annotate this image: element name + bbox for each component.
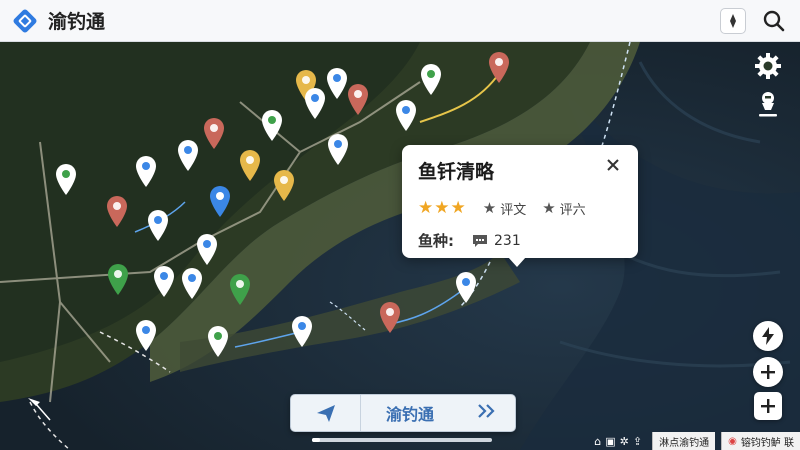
spot-info-card: 鱼钎清略 ★★★ ★ 评文 ★ 评六 鱼种: 231 [402,145,638,267]
browser-icon: ◉ [728,435,737,447]
map-attribution: ⌂ ▣ ✲ ⇪ 淋点渝钓通 ◉ 镕钧钓鲈 联 [594,432,800,450]
home-icon: ⌂ [594,434,602,448]
share-icon: ⇪ [632,434,643,448]
compass-button[interactable] [720,7,746,34]
close-icon [607,159,619,171]
attribution-right[interactable]: ◉ 镕钧钓鲈 联 [721,432,800,450]
home-indicator-fill [312,438,320,442]
species-label: 鱼种: [418,232,454,250]
pin-blue[interactable] [290,314,314,348]
pin-blue[interactable] [176,138,200,172]
search-icon [763,10,785,31]
app-logo-icon [12,8,38,34]
zoom-in-button[interactable] [752,356,784,388]
pin-green[interactable] [206,324,230,358]
pin-red[interactable] [202,116,226,150]
pin-red[interactable] [487,50,511,84]
pin-green[interactable] [260,108,284,142]
review-a-label: 评文 [500,202,527,218]
star-icon: ★ [542,199,556,217]
pin-red[interactable] [346,82,370,116]
add-spot-button[interactable] [752,390,784,422]
settings-button[interactable] [752,50,784,82]
pin-blue-filled[interactable] [208,184,232,218]
pin-green-filled[interactable] [106,262,130,296]
app-header: 渝钓通 [0,0,800,42]
compass-icon [730,13,736,28]
navigate-button[interactable] [291,395,361,431]
next-button[interactable] [459,403,515,424]
navigation-arrow-icon [316,405,335,422]
pin-blue[interactable] [303,86,327,120]
rating-stars: ★★★ [418,198,467,218]
add-icon [761,399,775,413]
layers-icon: ▣ [605,434,616,448]
pin-yellow[interactable] [238,148,262,182]
flash-button[interactable] [752,320,784,352]
app-title: 渝钓通 [48,11,106,33]
review-b-label: 评六 [559,202,586,218]
close-button[interactable] [604,158,622,176]
pin-blue[interactable] [134,318,158,352]
pin-blue[interactable] [454,270,478,304]
pin-red[interactable] [378,300,402,334]
location-button[interactable] [752,88,784,120]
pin-blue[interactable] [394,98,418,132]
double-chevron-right-icon [478,403,495,418]
pin-blue[interactable] [152,264,176,298]
pin-blue[interactable] [134,154,158,188]
pin-blue[interactable] [326,132,350,166]
home-indicator [312,438,492,442]
comment-icon [473,234,487,247]
navigation-bar: 渝钓通 [290,394,516,432]
north-arrow-icon [28,398,51,421]
pin-red[interactable] [105,194,129,228]
review-link-a[interactable]: ★ 评文 [483,199,526,218]
attribution-left: 淋点渝钓通 [652,432,716,450]
comment-count: 231 [494,232,521,249]
pin-green-filled[interactable] [228,272,252,306]
spot-title: 鱼钎清略 [418,161,495,183]
location-marker-icon [759,92,777,117]
gear-icon [755,53,781,79]
nav-label: 渝钓通 [385,405,434,424]
attribution-right-text: 镕钧钓鲈 联 [740,437,794,449]
pin-green[interactable] [54,162,78,196]
plus-icon [761,365,775,379]
satellite-map[interactable] [0,42,800,450]
pin-blue[interactable] [146,208,170,242]
search-button[interactable] [760,7,788,35]
pin-yellow[interactable] [272,168,296,202]
pin-green[interactable] [419,62,443,96]
pin-blue[interactable] [195,232,219,266]
settings-small-icon: ✲ [619,434,629,448]
review-link-b[interactable]: ★ 评六 [542,199,585,218]
star-icon: ★ [482,199,497,217]
pin-blue[interactable] [180,266,204,300]
lightning-icon [762,327,774,345]
